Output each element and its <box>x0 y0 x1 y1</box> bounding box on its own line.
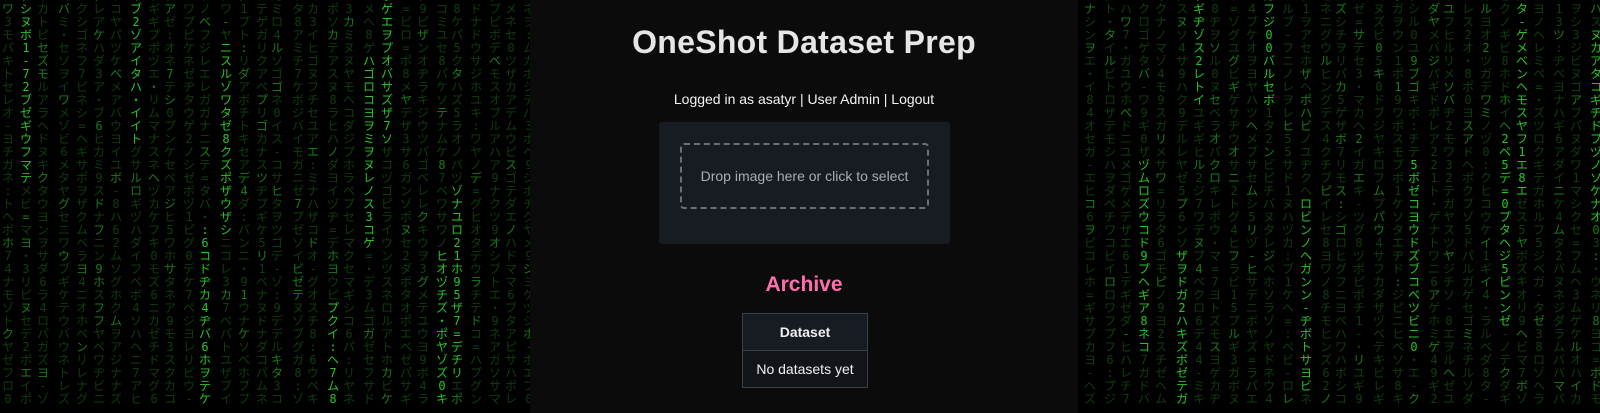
rain-column: エ = ピ ロ = ポ 8 メ ヤ デ ザ 3 サ 6 ガ ン ゾ ボ ヌ セ … <box>399 0 412 406</box>
rain-column: ソ ワ プ ピ ケ ネ ゼ ヂ タ ウ ゲ 2 ノ シ ゼ ボ ヅ 1 ピ グ … <box>182 0 195 406</box>
rain-column: 9 ハ ワ 7 ・ ガ ユ ウ ホ ペ ド ニ ユ メ ゴ ゲ メ デ ザ エ … <box>1119 0 1132 406</box>
rain-column: ヲ 0 ヂ ヲ ソ ル 0 ヌ セ ペ ラ オ パ ク ロ キ レ ポ ウ ・ … <box>1208 0 1221 406</box>
rain-column: ル ゼ = サ テ セ 3 ・ マ カ ヘ 2 イ ガ エ キ - ツ グ 8 … <box>1352 0 1365 406</box>
rain-column: コ カ 3 イ ヒ ゴ ヌ フ チ セ ユ ア エ : ミ ナ ハ ザ コ ド … <box>306 0 319 406</box>
empty-message: No datasets yet <box>742 350 868 388</box>
rain-column: ヒ ク ノ ギ ビ 8 ホ ド ホ イ ヘ 2 ペ 5 デ = 0 プ タ ヘ … <box>1498 0 1511 406</box>
table-row: No datasets yet <box>742 350 868 388</box>
rain-column: ニ ヲ シ 3 ジ ビ ヌ ゴ ア ブ パ ヌ ダ ワ 1 マ シ ク セ = … <box>1569 0 1582 406</box>
rain-column: グ プ ピ ボ デ ベ モ ス オ プ ル ア ハ ア 9 ナ ク ツ 9 オ … <box>488 0 501 406</box>
image-drop-zone[interactable]: Drop image here or click to select <box>680 143 929 209</box>
rain-column: ム ヌ ズ ビ 0 5 キ 0 ド ブ ジ ヤ キ ロ フ ム プ パ ウ 4 … <box>1372 0 1385 406</box>
rain-column: ネ = ゾ グ ユ グ ビ ギ ゲ サ ヂ ウ オ サ ニ 2 ト グ 4 ヒ … <box>1227 0 1240 406</box>
user-bar: Logged in as asatyr | User Admin | Logou… <box>530 91 1078 107</box>
rain-column: レ ズ シ チ ヲ リ パ カ 5 ゲ ザ ボ 7 リ モ ス : シ ゴ ロ … <box>1334 0 1347 406</box>
rain-column: ア ド ナ ド ウ サ ジ ホ ユ キ : ワ ヤ ノ デ = グ ヒ オ タ … <box>469 0 482 406</box>
archive-table: Dataset No datasets yet <box>742 313 868 388</box>
rain-column: セ ネ ニ グ ウ ル ヒ ン グ デ ス 4 ク チ ブ ピ イ レ セ 8 … <box>1319 0 1332 406</box>
rain-column: エ メ ネ セ 0 ツ ザ カ ア デ ム ウ ピ ス ゴ テ ダ エ ノ ハ … <box>504 0 517 406</box>
page-title: OneShot Dataset Prep <box>632 24 976 60</box>
logout-link[interactable]: Logout <box>891 91 934 107</box>
rain-column: ナ ク ロ ゴ ゲ タ バ - ワ 9 ギ 0 ザ ヅ ム ロ ズ ウ コ ド … <box>1137 0 1150 406</box>
rain-column: 1 ヨ ノ ヘ レ ミ ペ = ・ ズ ツ ロ ク ギ テ ガ ホ ル フ 5 … <box>1532 0 1545 406</box>
separator: | <box>799 91 804 107</box>
rain-column: タ 1 ヲ ア セ ホ ザ ヘ ポ ハ ビ ノ ユ ヂ ク ヘ ロ ビ ン ノ … <box>1299 0 1312 406</box>
rain-column: デ ア ゼ : オ ネ 7 テ シ 0 プ ン ケ セ ペ ア ジ ヒ 5 ワ … <box>163 0 176 406</box>
rain-column: ウ ノ ベ フ ジ レ エ レ ガ ガ ナ ニ ス テ = タ バ ・ : 6 … <box>198 0 211 406</box>
rain-column: 1 ポ ソ カ テ ア ス ヌ 8 ラ ヒ ハ ノ ダ ヨ イ ヅ ヂ = デ … <box>326 0 339 406</box>
rain-column: プ ク シ ゴ ネ フ 7 ピ ネ シ = ヘ ギ サ ポ ヲ ザ ク ム ベ … <box>75 0 88 406</box>
rain-column: ズ タ - ゲ メ ベ ン ヘ モ ス ヤ フ 1 エ 8 エ ゼ ス 5 ヤ … <box>1515 0 1528 406</box>
rain-column: ス 1 3 ツ : ヂ ペ ヨ ナ ハ ギ 6 ア ダ イ ニ ケ 4 ム タ … <box>1552 0 1565 406</box>
rain-column: 4 レ ス 2 オ ・ 8 ポ 0 ヨ ス ア ド ヘ ポ ク ブ ゾ 5 ド … <box>1461 0 1474 406</box>
rain-column: グ 1 プ ト : リ ダ ア ボ チ ト キ セ ア デ 4 ダ : バ ン … <box>237 0 250 406</box>
rain-column: フ ダ ヤ メ バ ジ パ ギ ド ポ レ ア 2 2 1 ト ・ ゲ ナ ト … <box>1427 0 1440 406</box>
rain-column: リ コ ヤ パ ツ ケ ベ メ ア バ ウ ヨ イ ユ ボ - 8 ハ 6 2 … <box>109 0 122 406</box>
rain-column: イ ク ナ ノ マ ゾ 4 モ 9 ス ガ リ メ サ ワ = リ ラ タ 6 … <box>1154 0 1167 406</box>
logged-in-text: Logged in as asatyr <box>673 91 797 107</box>
rain-column: モ ミ ロ 4 ル ソ ゴ ゴ ネ 0 イ ス - コ サ ヒ タ ヲ ツ ゴ … <box>270 0 283 406</box>
rain-column: ガ フ ジ 0 0 バ ル セ ボ 1 タ 2 ン ビ ピ チ バ ヌ タ レ … <box>1262 0 1275 406</box>
rain-column: ブ テ ゲ ガ リ ク ア ペ プ リ ゴ カ ナ ス ツ ヂ プ ギ ケ 5 … <box>255 0 268 406</box>
rain-column: 2 4 ブ ケ オ ヲ ヨ ヤ ハ ツ ヘ メ ブ サ セ ム シ 5 リ ヅ … <box>1245 0 1258 406</box>
rain-column: ワ タ 8 ア ミ チ 7 ケ ボ ジ バ イ モ ガ ニ ゼ 7 プ ゼ ソ … <box>291 0 304 406</box>
rain-column: ジ ト ・ タ イ ル ビ ト ロ ザ テ モ シ ハ ヲ ダ ペ チ ワ コ … <box>1103 0 1116 406</box>
rain-column: ワ ギ ヂ ゾ ス 2 レ ト イ ユ ギ ギ ヒ ル 2 ジ 7 ワ デ ヌ … <box>1192 0 1205 406</box>
column-header-dataset: Dataset <box>742 313 868 351</box>
rain-column: ザ ゲ エ ヲ プ オ バ サ ズ ザ 7 ソ ザ コ ヅ ゴ ピ ラ イ ウ … <box>380 0 393 406</box>
user-admin-link[interactable]: User Admin <box>808 91 880 107</box>
rain-column: ネ カ ト ピ セ ズ モ ル ア ラ ヘ ド ヌ キ ク タ ウ ヨ ン ヲ … <box>36 0 49 406</box>
rain-column: ナ ワ 3 モ パ キ ト セ レ オ - ヨ チ ガ ネ : ト ヘ ボ ホ … <box>1 0 14 406</box>
rain-column: ヅ シ ル 0 ユ 9 ブ ゴ キ ボ : チ テ 5 ボ ゼ コ ヨ ウ ド … <box>1407 0 1420 406</box>
rain-column: ガ ル ヨ オ 2 ツ ガ デ ワ ミ ノ ヅ 0 : ク ヒ コ ウ ケ イ … <box>1479 0 1492 406</box>
rain-column: ボ ガ ヲ ウ ン 1 ポ 1 9 ワ ポ ス モ プ ボ 1 ケ ソ タ エ … <box>1391 0 1404 406</box>
separator: | <box>883 91 888 107</box>
rain-column: ミ 8 ケ パ 5 ク タ ハ ズ 5 ラ オ ノ バ ヅ ゾ ナ ユ ロ 2 … <box>450 0 463 406</box>
rain-column: ヨ バ ミ ・ セ ソ ヲ イ ワ メ ゾ ビ 6 メ タ ヤ グ セ ニ ワ … <box>57 0 70 406</box>
rain-column: チ ワ - ヤ ニ ス ル ゾ ワ タ ゼ 8 ク ズ ポ ザ ウ ザ シ ニ … <box>219 0 232 406</box>
rain-column: ニ メ ヘ 8 ゲ ハ ゴ ロ コ ヨ ヲ ミ ヲ ヌ レ ノ ス 3 コ ゲ … <box>362 0 375 406</box>
rain-column: ツ ル ブ - フ ニ ノ レ ヲ レ ヒ 5 5 サ ド 1 ヌ ハ ヅ カ … <box>1281 0 1294 406</box>
rain-column: ア ハ ス ヌ カ ア タ コ ギ チ ド プ ヅ ノ ソ ケ ナ オ 0 3 … <box>1589 0 1600 406</box>
rain-column: ク 9 ピ ザ ン オ ヂ ラ キ ジ ウ ツ パ ゴ ベ レ レ ク キ ウ … <box>416 0 429 406</box>
rain-column: サ ユ フ ヒ ル リ メ ソ バ ヂ 2 モ ワ 3 2 テ ガ ヤ ス ツ … <box>1442 0 1455 406</box>
rain-column: 1 コ ミ ユ セ 8 パ ケ ソ テ ナ ム ケ 8 7 ベ ワ サ ワ ノ … <box>435 0 448 406</box>
rain-column: ク レ ア ケ ハ ダ 3 ア ・ ブ 6 ヒ カ ミ 9 ス ド ナ フ ニ … <box>92 0 105 406</box>
table-header-row: Dataset <box>742 313 868 351</box>
upload-card: Drop image here or click to select <box>659 122 950 244</box>
archive-heading: Archive <box>765 273 843 296</box>
main-panel: OneShot Dataset Prep Logged in as asatyr… <box>530 0 1078 413</box>
drop-zone-label: Drop image here or click to select <box>700 168 909 184</box>
rain-column: イ ブ 2 ゾ ア イ タ ハ ・ イ イ ト グ サ ル ロ ギ ヅ ハ ダ … <box>129 0 142 406</box>
rain-column: ホ ギ ギ プ ポ ヅ エ ・ リ ム マ ナ ス ネ ヘ ヅ カ ケ フ キ … <box>147 0 160 406</box>
rain-column: ヌ ス ヌ ソ 4 サ 9 ハ ク 9 デ ル レ ヤ ゼ 5 プ 6 ン ソ … <box>1175 0 1188 406</box>
rain-column: ブ シ ヌ ボ 1 - 7 2 ブ ゼ ギ ウ フ マ テ メ ビ = マ ヨ … <box>19 0 32 406</box>
rain-column: ゾ 3 カ ミ ヌ ヌ ヤ モ ヘ コ ダ ジ プ ホ ラ ペ プ セ レ マ … <box>342 0 355 406</box>
rain-column: ソ ナ シ ン ヲ エ ・ イ 8 4 オ セ ガ - エ ヒ コ 6 ヲ ピ … <box>1083 0 1096 406</box>
